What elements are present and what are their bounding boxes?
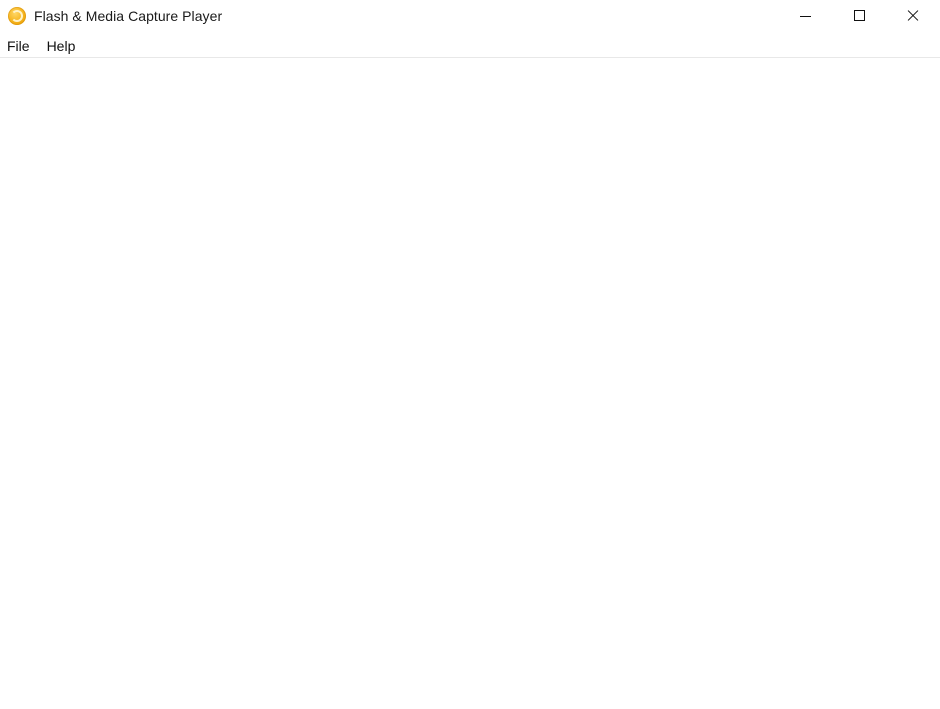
minimize-button[interactable] [778,0,832,32]
close-button[interactable] [886,0,940,32]
menu-file[interactable]: File [0,35,38,57]
window-controls [778,0,940,32]
title-bar[interactable]: Flash & Media Capture Player [0,0,940,32]
menu-bar: File Help [0,35,940,58]
window-title: Flash & Media Capture Player [34,8,223,24]
menu-help[interactable]: Help [38,35,84,57]
player-area[interactable] [0,58,940,709]
app-logo-icon [8,7,26,25]
maximize-button[interactable] [832,0,886,32]
app-window: Flash & Media Capture Player File Help [0,0,940,709]
